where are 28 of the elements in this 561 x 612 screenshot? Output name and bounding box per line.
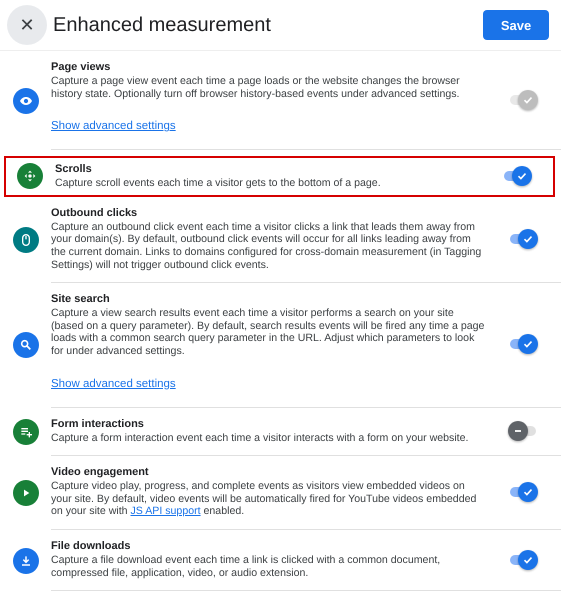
setting-description: Capture a page view event each time a page loads or the website changes the browser history state. Optionally turn off browser history-based events under advanced settings.	[51, 75, 461, 100]
setting-description: Capture scroll events each time a visitor gets to the bottom of a page.	[55, 177, 382, 190]
toggle-switch[interactable]	[508, 482, 538, 502]
toggle-switch[interactable]	[508, 550, 538, 570]
setting-title: File downloads	[51, 540, 132, 552]
close-button[interactable]: ✕	[7, 5, 47, 45]
setting-description: Capture a view search results event each time a visitor performs a search on your site (based on a query parameter). By default, search results events will be fired any time a page loads with a common search query parameter in the URL. Adjust which parameters to look for under advanced settings.	[51, 307, 485, 358]
check-icon	[516, 170, 528, 182]
setting-title: Site search	[51, 293, 111, 306]
setting-title: Page views	[51, 61, 112, 73]
setting-description: Capture video play, progress, and complete events as visitors view embedded videos on your site. By default, video events will be automatically fired for YouTube videos embedded on your site with JS API support enabled.	[51, 480, 478, 518]
setting-description: Capture a file download event each time a link is clicked with a common document, compressed file, application, video, or audio extension.	[51, 554, 442, 580]
toggle-switch[interactable]	[502, 166, 532, 186]
setting-title: Scrolls	[55, 163, 93, 176]
check-icon	[522, 338, 534, 350]
setting-description: Capture a form interaction event each time a visitor interacts with a form on your website.	[51, 432, 470, 444]
save-button[interactable]: Save	[483, 10, 549, 40]
setting-description: Capture an outbound click event each time a visitor clicks a link that leads them away from your domain(s). By default, outbound click events will occur for all links leading away from the current domain. Links to domains configured for cross-domain measurement (in Tagging Settings) will not trigger outbound click events.	[51, 220, 482, 272]
setting-title: Form interactions	[51, 418, 145, 430]
advanced-settings-link[interactable]: Show advanced settings	[51, 378, 176, 390]
setting-title: Outbound clicks	[51, 206, 138, 219]
setting-title: Video engagement	[51, 466, 150, 478]
toggle-switch[interactable]	[508, 420, 538, 441]
check-icon	[522, 486, 534, 498]
api-support-link[interactable]: JS API support	[130, 505, 201, 518]
toggle-switch[interactable]	[508, 228, 538, 249]
dialog-title: Enhanced measurement	[53, 14, 272, 36]
toggle-switch[interactable]	[508, 334, 538, 354]
